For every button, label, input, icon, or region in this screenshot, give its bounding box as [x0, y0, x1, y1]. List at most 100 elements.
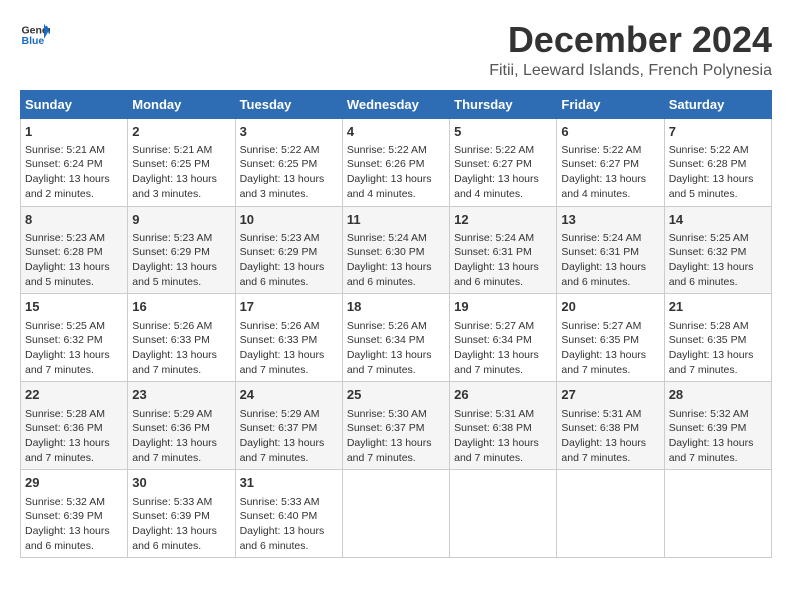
calendar-cell: 30 Sunrise: 5:33 AM Sunset: 6:39 PM Dayl…	[128, 470, 235, 558]
calendar-cell	[450, 470, 557, 558]
daylight-text: Daylight: 13 hours and 6 minutes.	[240, 261, 325, 288]
calendar-cell: 3 Sunrise: 5:22 AM Sunset: 6:25 PM Dayli…	[235, 118, 342, 206]
day-number: 30	[132, 474, 230, 492]
sunset-text: Sunset: 6:29 PM	[132, 246, 210, 258]
sunset-text: Sunset: 6:26 PM	[347, 158, 425, 170]
sunset-text: Sunset: 6:31 PM	[561, 246, 639, 258]
daylight-text: Daylight: 13 hours and 7 minutes.	[561, 437, 646, 464]
daylight-text: Daylight: 13 hours and 5 minutes.	[25, 261, 110, 288]
calendar-cell: 25 Sunrise: 5:30 AM Sunset: 6:37 PM Dayl…	[342, 382, 449, 470]
svg-text:Blue: Blue	[22, 35, 45, 47]
day-number: 20	[561, 298, 659, 316]
calendar-cell: 29 Sunrise: 5:32 AM Sunset: 6:39 PM Dayl…	[21, 470, 128, 558]
calendar-cell: 11 Sunrise: 5:24 AM Sunset: 6:30 PM Dayl…	[342, 206, 449, 294]
daylight-text: Daylight: 13 hours and 6 minutes.	[347, 261, 432, 288]
daylight-text: Daylight: 13 hours and 7 minutes.	[347, 437, 432, 464]
sunset-text: Sunset: 6:27 PM	[454, 158, 532, 170]
sunrise-text: Sunrise: 5:32 AM	[25, 496, 105, 508]
calendar-cell: 26 Sunrise: 5:31 AM Sunset: 6:38 PM Dayl…	[450, 382, 557, 470]
sunrise-text: Sunrise: 5:32 AM	[669, 408, 749, 420]
day-number: 1	[25, 123, 123, 141]
header-wednesday: Wednesday	[342, 90, 449, 118]
sunset-text: Sunset: 6:39 PM	[132, 510, 210, 522]
daylight-text: Daylight: 13 hours and 2 minutes.	[25, 173, 110, 200]
calendar-cell: 6 Sunrise: 5:22 AM Sunset: 6:27 PM Dayli…	[557, 118, 664, 206]
sunset-text: Sunset: 6:34 PM	[454, 334, 532, 346]
calendar-cell	[557, 470, 664, 558]
sunrise-text: Sunrise: 5:22 AM	[347, 144, 427, 156]
daylight-text: Daylight: 13 hours and 6 minutes.	[240, 525, 325, 552]
daylight-text: Daylight: 13 hours and 7 minutes.	[132, 349, 217, 376]
logo: General Blue	[20, 20, 50, 50]
sunset-text: Sunset: 6:36 PM	[132, 422, 210, 434]
daylight-text: Daylight: 13 hours and 6 minutes.	[669, 261, 754, 288]
daylight-text: Daylight: 13 hours and 7 minutes.	[25, 437, 110, 464]
sunset-text: Sunset: 6:30 PM	[347, 246, 425, 258]
sunset-text: Sunset: 6:27 PM	[561, 158, 639, 170]
calendar-cell: 16 Sunrise: 5:26 AM Sunset: 6:33 PM Dayl…	[128, 294, 235, 382]
day-number: 29	[25, 474, 123, 492]
day-number: 27	[561, 386, 659, 404]
daylight-text: Daylight: 13 hours and 4 minutes.	[561, 173, 646, 200]
day-number: 22	[25, 386, 123, 404]
sunrise-text: Sunrise: 5:33 AM	[240, 496, 320, 508]
calendar-cell: 10 Sunrise: 5:23 AM Sunset: 6:29 PM Dayl…	[235, 206, 342, 294]
sunrise-text: Sunrise: 5:23 AM	[25, 232, 105, 244]
daylight-text: Daylight: 13 hours and 7 minutes.	[561, 349, 646, 376]
day-number: 12	[454, 211, 552, 229]
sunrise-text: Sunrise: 5:27 AM	[454, 320, 534, 332]
sunset-text: Sunset: 6:33 PM	[132, 334, 210, 346]
header-saturday: Saturday	[664, 90, 771, 118]
sunset-text: Sunset: 6:28 PM	[25, 246, 103, 258]
calendar-cell: 13 Sunrise: 5:24 AM Sunset: 6:31 PM Dayl…	[557, 206, 664, 294]
sunrise-text: Sunrise: 5:33 AM	[132, 496, 212, 508]
day-number: 15	[25, 298, 123, 316]
calendar-cell: 22 Sunrise: 5:28 AM Sunset: 6:36 PM Dayl…	[21, 382, 128, 470]
day-number: 4	[347, 123, 445, 141]
sunset-text: Sunset: 6:37 PM	[240, 422, 318, 434]
calendar-cell	[664, 470, 771, 558]
day-number: 8	[25, 211, 123, 229]
day-number: 24	[240, 386, 338, 404]
sunset-text: Sunset: 6:28 PM	[669, 158, 747, 170]
calendar-cell: 9 Sunrise: 5:23 AM Sunset: 6:29 PM Dayli…	[128, 206, 235, 294]
daylight-text: Daylight: 13 hours and 7 minutes.	[454, 349, 539, 376]
sunrise-text: Sunrise: 5:23 AM	[240, 232, 320, 244]
sunrise-text: Sunrise: 5:24 AM	[347, 232, 427, 244]
sunset-text: Sunset: 6:29 PM	[240, 246, 318, 258]
sunrise-text: Sunrise: 5:26 AM	[240, 320, 320, 332]
daylight-text: Daylight: 13 hours and 6 minutes.	[454, 261, 539, 288]
daylight-text: Daylight: 13 hours and 4 minutes.	[454, 173, 539, 200]
calendar-cell: 23 Sunrise: 5:29 AM Sunset: 6:36 PM Dayl…	[128, 382, 235, 470]
day-number: 3	[240, 123, 338, 141]
daylight-text: Daylight: 13 hours and 7 minutes.	[669, 437, 754, 464]
day-number: 28	[669, 386, 767, 404]
sunset-text: Sunset: 6:35 PM	[669, 334, 747, 346]
calendar-cell: 5 Sunrise: 5:22 AM Sunset: 6:27 PM Dayli…	[450, 118, 557, 206]
calendar-week-5: 29 Sunrise: 5:32 AM Sunset: 6:39 PM Dayl…	[21, 470, 772, 558]
calendar-cell: 19 Sunrise: 5:27 AM Sunset: 6:34 PM Dayl…	[450, 294, 557, 382]
sunrise-text: Sunrise: 5:25 AM	[25, 320, 105, 332]
header: General Blue December 2024 Fitii, Leewar…	[20, 20, 772, 80]
main-title: December 2024	[489, 20, 772, 60]
calendar-cell: 1 Sunrise: 5:21 AM Sunset: 6:24 PM Dayli…	[21, 118, 128, 206]
day-number: 7	[669, 123, 767, 141]
sunrise-text: Sunrise: 5:27 AM	[561, 320, 641, 332]
sunset-text: Sunset: 6:40 PM	[240, 510, 318, 522]
daylight-text: Daylight: 13 hours and 3 minutes.	[240, 173, 325, 200]
calendar-week-4: 22 Sunrise: 5:28 AM Sunset: 6:36 PM Dayl…	[21, 382, 772, 470]
calendar-cell: 14 Sunrise: 5:25 AM Sunset: 6:32 PM Dayl…	[664, 206, 771, 294]
day-number: 5	[454, 123, 552, 141]
sunset-text: Sunset: 6:38 PM	[454, 422, 532, 434]
sunrise-text: Sunrise: 5:22 AM	[240, 144, 320, 156]
sunrise-text: Sunrise: 5:30 AM	[347, 408, 427, 420]
sunset-text: Sunset: 6:31 PM	[454, 246, 532, 258]
sunrise-text: Sunrise: 5:22 AM	[669, 144, 749, 156]
calendar-cell: 8 Sunrise: 5:23 AM Sunset: 6:28 PM Dayli…	[21, 206, 128, 294]
sunset-text: Sunset: 6:39 PM	[25, 510, 103, 522]
day-number: 26	[454, 386, 552, 404]
sunset-text: Sunset: 6:24 PM	[25, 158, 103, 170]
calendar-cell: 28 Sunrise: 5:32 AM Sunset: 6:39 PM Dayl…	[664, 382, 771, 470]
sunrise-text: Sunrise: 5:29 AM	[132, 408, 212, 420]
day-number: 18	[347, 298, 445, 316]
